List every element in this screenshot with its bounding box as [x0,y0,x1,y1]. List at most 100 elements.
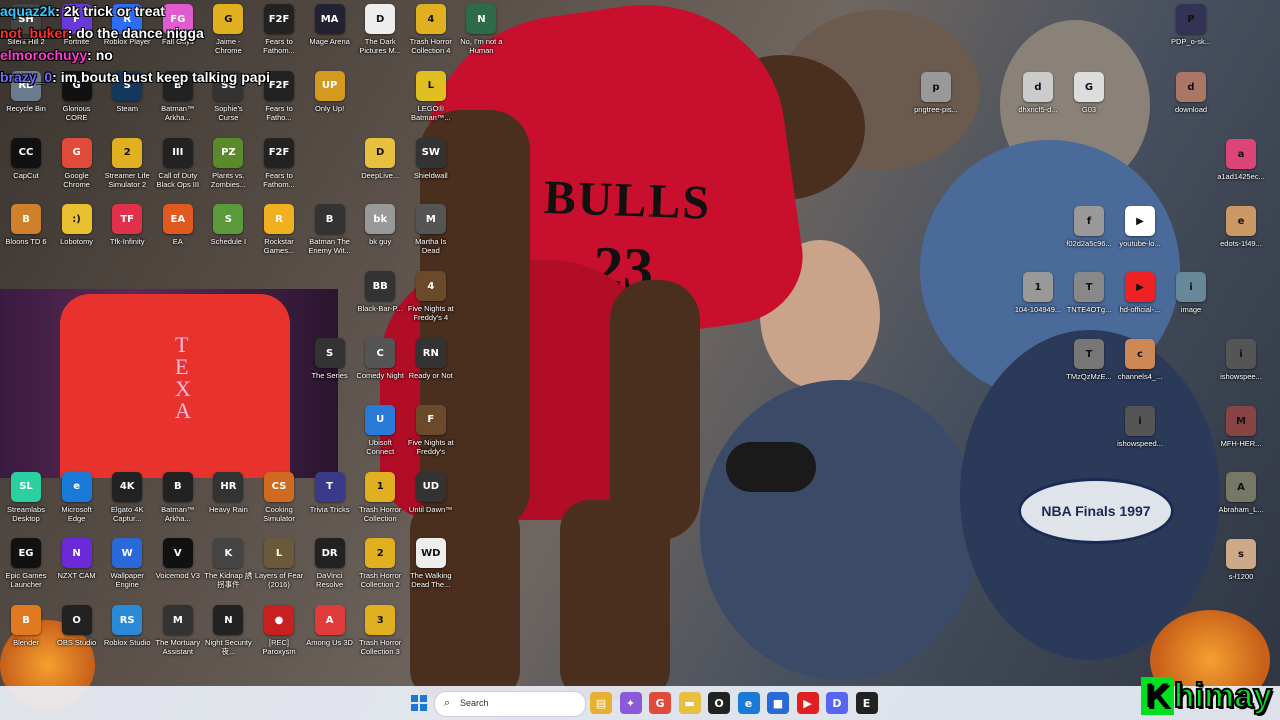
desktop-icon[interactable]: WD The Walking Dead The... [406,538,456,604]
desktop-icon[interactable]: BB Black-Bar-P... [355,271,405,337]
desktop-icon[interactable]: N Night Security 夜... [203,605,253,671]
desktop-icon[interactable]: K The Kidnap 誘拐事件 [203,538,253,604]
desktop-icon[interactable]: A Among Us 3D [305,605,355,671]
app-icon: T [314,471,345,502]
taskbar-file-explorer-button[interactable]: ▤ [590,692,612,714]
taskbar-youtube-button[interactable]: ▶ [796,692,819,714]
desktop-icon[interactable]: 2 Streamer Life Simulator 2 [102,137,152,204]
desktop-icon[interactable]: B Batman™ Arkha... [153,471,203,538]
desktop-icon[interactable]: S Schedule I [203,204,253,270]
desktop-file-icon[interactable]: a a1ad1425ec... [1216,139,1266,205]
desktop-icon[interactable]: SL Streamlabs Desktop [1,471,51,538]
desktop-icon[interactable]: L Layers of Fear (2016) [254,538,304,604]
desktop-icon[interactable]: 4 Five Nights at Freddy's 4 [406,271,456,337]
desktop-icon[interactable]: CS Cooking Simulator [254,471,304,538]
desktop-icon[interactable]: 3 Trash Horror Collection 3 [355,605,405,671]
desktop-icon[interactable]: DR DaVinci Resolve [305,538,355,604]
desktop-icon[interactable]: O OBS Studio [52,605,102,671]
desktop-file-icon[interactable]: i ishowspee... [1216,339,1266,405]
desktop-file-icon[interactable]: p pngtree-pis... [911,72,961,138]
desktop-icon[interactable]: N NZXT CAM [52,538,102,604]
desktop-file-icon[interactable]: T TMzQzMzE... [1064,339,1114,405]
desktop-icon[interactable]: :) Lobotomy [52,204,102,270]
desktop-icon[interactable]: V Voicemod V3 [153,538,203,604]
chrome-icon: G [655,696,665,710]
desktop-icon[interactable]: G Google Chrome [52,137,102,204]
desktop-icon[interactable]: ● [REC] Paroxysm [254,605,304,671]
desktop-icon[interactable]: HR Heavy Rain [203,471,253,538]
desktop-file-icon[interactable]: T TNTE4OTg... [1064,272,1114,338]
desktop-icon[interactable]: M The Mortuary Assistant [153,605,203,671]
desktop-icon[interactable]: TF Tfk-Infinity [102,204,152,270]
desktop-icon[interactable]: PZ Plants vs. Zombies... [203,137,253,204]
start-button[interactable] [408,692,430,714]
desktop-icon[interactable]: RS Roblox Studio [102,605,152,671]
desktop-icon[interactable]: RN Ready or Not [406,338,456,404]
desktop-icon[interactable]: N No, I'm not a Human [456,4,506,70]
image-file-icon: f [1074,206,1104,236]
desktop-icon[interactable]: III Call of Duty Black Ops III [153,137,203,204]
desktop-file-icon[interactable]: 1 104-104949... [1013,272,1063,338]
app-icon: G [61,137,92,168]
taskbar-discord-button[interactable]: D [826,692,848,714]
desktop-file-icon[interactable]: s s-l1200 [1216,539,1266,605]
desktop-icon[interactable]: B Batman The Enemy Wit... [305,204,355,270]
desktop-icon[interactable]: EG Epic Games Launcher [1,538,51,604]
desktop-file-icon[interactable]: d download [1166,72,1216,138]
taskbar-copilot-button[interactable]: ✦ [619,692,642,714]
taskbar-edge-button[interactable]: e [737,692,760,714]
desktop-icon-label: Batman™ Arkha... [161,103,195,122]
desktop-icon[interactable]: SW Shieldwall [406,137,456,204]
desktop-icon[interactable]: EA EA [153,204,203,270]
desktop-icon-label: Ubisoft Connect [366,437,395,456]
app-icon: C [365,338,396,368]
desktop-icon[interactable]: C Comedy Night [355,338,405,404]
desktop-file-icon[interactable]: A Abraham_L... [1216,472,1266,538]
desktop-file-icon[interactable]: G G03 [1064,72,1114,138]
desktop-icon[interactable]: 1 Trash Horror Collection [355,471,405,538]
desktop-icon[interactable]: R Rockstar Games... [254,204,304,270]
taskbar-folder-button[interactable]: ▬ [678,692,701,714]
desktop-icon[interactable]: 2 Trash Horror Collection 2 [355,538,405,604]
desktop-icon[interactable]: UD Until Dawn™ [406,471,456,538]
desktop-file-icon[interactable]: i image [1166,272,1216,338]
desktop-icon[interactable]: W Wallpaper Engine [102,538,152,604]
desktop-file-icon[interactable]: i ishowspeed... [1115,406,1165,472]
desktop-icon[interactable]: D DeepLive... [355,137,405,204]
taskbar-chrome-button[interactable]: G [649,692,671,714]
desktop-icon[interactable]: B Bloons TD 6 [1,204,51,270]
desktop-file-icon[interactable]: f f02d2a5c96... [1064,206,1114,272]
desktop-icon[interactable]: B Blender [1,605,51,671]
image-file-icon: ▶ [1125,206,1155,236]
desktop-file-icon[interactable]: ▶ hd-official-... [1115,272,1165,338]
desktop-file-icon[interactable]: M MFH-HER... [1216,406,1266,472]
desktop-file-icon[interactable]: c channels4_... [1115,339,1165,405]
desktop-file-icon[interactable]: ▶ youtube-lo... [1115,206,1165,272]
image-file-icon: e [1226,206,1256,236]
desktop-icon[interactable]: e Microsoft Edge [52,471,102,538]
image-file-icon: P [1176,4,1206,34]
desktop-icon[interactable]: bk bk guy [355,204,405,270]
taskbar-store-button[interactable]: ■ [767,692,789,714]
desktop-file-icon[interactable]: e edots-1f49... [1216,206,1266,272]
desktop-icon[interactable]: 4 Trash Horror Collection 4 [406,4,456,70]
brand-logo-k: K [1141,677,1174,715]
desktop-icon[interactable]: M Martha Is Dead [406,204,456,270]
desktop-icon-label: Fears to Fathom... [263,170,295,189]
desktop-icon[interactable]: L LEGO® Batman™... [406,70,456,137]
desktop-icon[interactable]: T Trivia Tricks [305,471,355,538]
desktop-icon[interactable]: F2F Fears to Fathom... [254,137,304,204]
desktop-file-icon[interactable]: d dhxncf5-d... [1013,72,1063,138]
desktop-icon-label: Until Dawn™ [408,504,453,514]
desktop-icon[interactable]: CC CapCut [1,137,51,204]
desktop-icon-label: f02d2a5c96... [1066,239,1112,248]
desktop-icon[interactable]: 4K Elgato 4K Captur... [102,471,152,538]
taskbar-epic-button[interactable]: E [855,692,878,714]
desktop-icon[interactable]: U Ubisoft Connect [355,404,405,471]
desktop-icon[interactable]: S The Series [305,338,355,404]
desktop-icon[interactable]: F Five Nights at Freddy's [406,404,456,471]
desktop-file-icon[interactable]: P PDP_o-sk... [1166,4,1216,70]
desktop-icon-label: Only Up! [315,103,345,113]
taskbar-search[interactable]: ⌕ Search [434,691,586,717]
taskbar-obs-button[interactable]: O [708,692,730,714]
